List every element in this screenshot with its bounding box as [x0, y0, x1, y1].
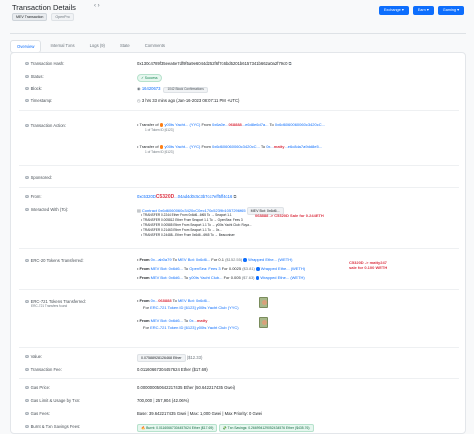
- page: Transaction Details ‹ › MEV Transaction …: [0, 0, 474, 434]
- gas-price-label: Gas Price:: [30, 385, 51, 390]
- token-id-line: 1 of Token ID [6123]: [145, 150, 174, 154]
- nft-thumbnail[interactable]: [259, 297, 268, 308]
- divider: [19, 347, 459, 348]
- weth-sale-annotation: C5320D -> matty247 sale for 0.100 WETH: [349, 260, 388, 271]
- action-label: Transaction Action:: [30, 123, 67, 128]
- divider: [19, 110, 459, 111]
- help-icon: ?: [25, 299, 29, 304]
- annotation-highlight: matty: [273, 144, 285, 149]
- help-icon: ?: [25, 86, 29, 91]
- interacted-label: Interacted With (To):: [30, 207, 69, 212]
- value-pill: 0.07588928126468 Ether: [137, 354, 186, 363]
- sale-annotation: 068888 -> C5320D Sale for 0.244ETH: [255, 213, 324, 218]
- weth-icon: [255, 276, 260, 280]
- chevron-right-icon[interactable]: ›: [98, 3, 100, 9]
- help-icon: ?: [25, 411, 29, 416]
- page-title: Transaction Details: [12, 3, 76, 12]
- help-icon: ?: [25, 207, 29, 212]
- weth-icon: [243, 258, 247, 262]
- annotation-highlight: 068888: [228, 122, 242, 127]
- erc721-sublabel: ERC-721 Transfers found: [31, 304, 68, 308]
- from-label: From:: [30, 194, 42, 199]
- divider: [19, 187, 459, 188]
- gas-fees-label: Gas Fees:: [30, 411, 50, 416]
- header-buttons: Exchange ▾ Earn ▾ Gaming ▾: [378, 6, 464, 15]
- timestamp-label: Timestamp:: [30, 98, 53, 103]
- nft-thumbnail[interactable]: [259, 317, 268, 328]
- from-address-link[interactable]: 0xc5320D: [137, 194, 156, 199]
- tx-hash-value[interactable]: 0x130c4789f35eea6e7df9f5a9e6044d252f6f7c…: [137, 61, 287, 66]
- copy-icon[interactable]: ⧉: [233, 194, 236, 199]
- weth-icon: [256, 267, 260, 271]
- overview-card: ? Transaction Hash: 0x130c4789f35eea6e7df…: [10, 52, 466, 434]
- nft-link[interactable]: y00ts Yacht...: [164, 122, 188, 127]
- chevron-left-icon[interactable]: ‹: [94, 3, 96, 9]
- help-icon: ?: [25, 367, 29, 372]
- divider: [19, 248, 459, 249]
- status-label: Status:: [30, 74, 44, 79]
- tag-row: MEV Transaction OpenPro: [12, 13, 74, 22]
- savings-pill: 💸 Txn Savings: 0.266994129052434576 Ethe…: [218, 424, 314, 433]
- help-icon: ?: [25, 385, 29, 390]
- status-badge: ✓ Success: [137, 74, 162, 83]
- help-icon: ?: [25, 258, 29, 263]
- divider: [19, 378, 459, 379]
- token-id-line: 1 of Token ID [6123]: [145, 128, 174, 132]
- tx-nav: ‹ ›: [94, 3, 100, 10]
- help-icon: ?: [25, 424, 29, 429]
- nft-thumb-icon: [159, 123, 164, 127]
- sponsored-label: Sponsored:: [30, 175, 53, 180]
- nft-link[interactable]: y00ts Yacht...: [164, 144, 188, 149]
- erc721-transfer-line: • From 0x...068888 To MEV Bot: 0x6d6...: [137, 298, 211, 303]
- divider: [19, 165, 459, 166]
- internal-transfer: • TRANSFER 0.24488...Ether From 0x6d6...…: [141, 233, 235, 237]
- nft-thumb-icon: [159, 145, 164, 149]
- exchange-button[interactable]: Exchange ▾: [378, 6, 409, 15]
- burnt-label: Burnt & Txn Savings Fees:: [30, 424, 81, 429]
- tx-hash-label: Transaction Hash:: [30, 61, 65, 66]
- confirmations-badge: 1042 Block Confirmations: [163, 86, 208, 94]
- annotation-highlight: 068888: [158, 298, 172, 303]
- copy-icon[interactable]: ⧉: [289, 61, 292, 66]
- burnt-pill: 🔥 Burnt: 0.01160667304457624 Ether ($17.…: [137, 424, 218, 433]
- openpro-tag[interactable]: OpenPro: [51, 13, 74, 22]
- gas-fees-value: Base: 39.642217435 Gwei | Max: 1,000 Gwe…: [137, 411, 263, 416]
- gas-limit-value: 700,000: [137, 398, 153, 403]
- check-circle-icon: ◉: [137, 86, 141, 91]
- help-icon: ?: [25, 123, 29, 128]
- gas-usage-value: 257,904 (42.06%): [155, 398, 189, 403]
- header: Transaction Details ‹ › MEV Transaction …: [10, 3, 466, 22]
- erc20-label: ERC-20 Tokens Transferred:: [30, 258, 84, 263]
- timestamp-value: 3 hrs 33 mins ago (Jan-16-2023 08:07:11 …: [141, 98, 240, 103]
- help-icon: ?: [25, 194, 29, 199]
- erc20-transfer-line: • From MEV Bot: 0x6d6... To y00ts Yacht …: [137, 275, 305, 280]
- fee-label: Transaction Fee:: [30, 367, 62, 372]
- clock-icon: ◷: [137, 98, 141, 103]
- earn-button[interactable]: Earn ▾: [412, 6, 434, 15]
- gas-price-value: 0.000000050642217435 Ether (50.642217435…: [137, 385, 236, 390]
- help-icon: ?: [25, 354, 29, 359]
- divider: [19, 289, 459, 290]
- help-icon: ?: [25, 175, 29, 180]
- fee-value: 0.01160667304457624 Ether ($17.69): [137, 367, 208, 372]
- gas-limit-label: Gas Limit & Usage by Txn:: [30, 398, 81, 403]
- erc721-transfer-line: • From MEV Bot: 0x6d6... To 0x...matty: [137, 318, 208, 323]
- help-icon: ?: [25, 98, 29, 103]
- help-icon: ?: [25, 61, 29, 66]
- annotation-highlight: matty: [196, 318, 208, 323]
- block-number-link[interactable]: 16420673: [142, 86, 161, 91]
- block-label: Block:: [30, 86, 42, 91]
- mev-tag[interactable]: MEV Transaction: [12, 13, 48, 22]
- help-icon: ?: [25, 74, 29, 79]
- divider: [10, 33, 466, 34]
- erc20-transfer-line: • From 0x...ab0a79 To MEV Bot: 0x6d6... …: [137, 257, 293, 262]
- erc20-transfer-line: • From MEV Bot: 0x6d6... To OpenSea: Fee…: [137, 266, 306, 271]
- help-icon: ?: [25, 398, 29, 403]
- annotation-highlight: C5320D: [155, 194, 175, 200]
- value-label: Value:: [30, 354, 43, 359]
- gaming-button[interactable]: Gaming ▾: [437, 6, 464, 15]
